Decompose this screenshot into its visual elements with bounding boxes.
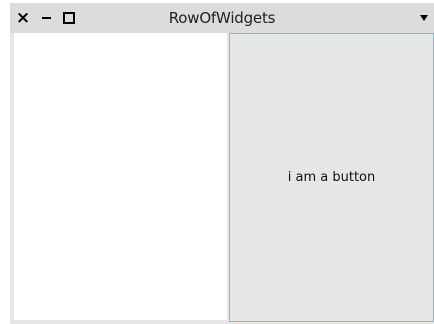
i-am-a-button[interactable]: i am a button — [229, 33, 434, 322]
chevron-down-icon[interactable] — [420, 15, 428, 21]
window-title: RowOfWidgets — [168, 9, 276, 27]
row-of-widgets: i am a button — [10, 33, 434, 324]
window: × RowOfWidgets i am a button — [10, 3, 434, 324]
empty-panel — [14, 33, 227, 320]
title-bar[interactable]: × RowOfWidgets — [10, 3, 434, 33]
button-label: i am a button — [287, 170, 376, 185]
